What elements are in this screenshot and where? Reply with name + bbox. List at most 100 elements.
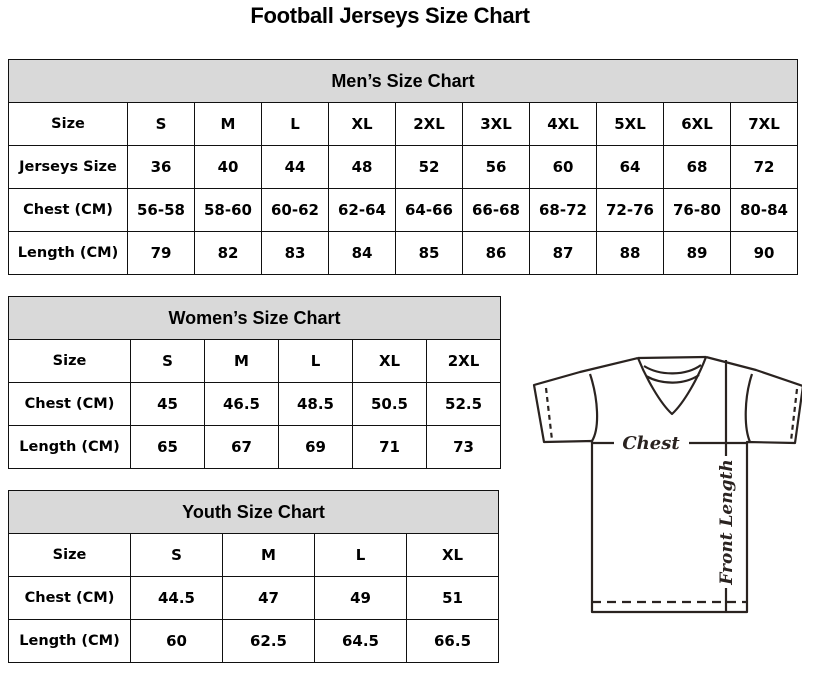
table-cell: 64 (596, 145, 664, 189)
table-row: Chest (CM) 56-58 58-60 60-62 62-64 64-66… (8, 188, 798, 232)
table-cell: L (278, 339, 353, 383)
table-cell: 48 (328, 145, 396, 189)
table-cell: 83 (261, 231, 329, 275)
table-cell: M (222, 533, 315, 577)
table-cell: 6XL (663, 102, 731, 146)
table-cell: 56 (462, 145, 530, 189)
table-cell: 87 (529, 231, 597, 275)
row-label: Length (CM) (8, 619, 131, 663)
table-row: Chest (CM) 44.5 47 49 51 (8, 576, 500, 620)
youth-table-caption: Youth Size Chart (7, 490, 500, 534)
table-cell: M (204, 339, 279, 383)
table-cell: 71 (352, 425, 427, 469)
table-caption-row: Women’s Size Chart (7, 296, 502, 340)
table-cell: 56-58 (127, 188, 195, 232)
table-cell: L (261, 102, 329, 146)
table-cell: 52.5 (425, 382, 502, 426)
table-cell: 84 (328, 231, 396, 275)
table-cell: 89 (663, 231, 731, 275)
womens-table-caption: Women’s Size Chart (7, 296, 502, 340)
table-cell: 62-64 (328, 188, 396, 232)
table-cell: 85 (395, 231, 463, 275)
table-cell: 44.5 (130, 576, 223, 620)
womens-size-table: Women’s Size Chart Size S M L XL 2XL Che… (7, 296, 502, 469)
table-row: Size S M L XL (8, 533, 500, 577)
table-cell: 44 (261, 145, 329, 189)
table-cell: 52 (395, 145, 463, 189)
table-cell: S (130, 339, 205, 383)
table-cell: 69 (278, 425, 353, 469)
table-row: Length (CM) 60 62.5 64.5 66.5 (8, 619, 500, 663)
mens-table-caption: Men’s Size Chart (8, 59, 798, 103)
table-caption-row: Men’s Size Chart (8, 59, 798, 103)
row-label: Chest (CM) (8, 382, 131, 426)
table-cell: 60-62 (261, 188, 329, 232)
table-row: Chest (CM) 45 46.5 48.5 50.5 52.5 (8, 382, 502, 426)
table-cell: 82 (194, 231, 262, 275)
table-cell: 47 (222, 576, 315, 620)
table-cell: 58-60 (194, 188, 262, 232)
table-cell: 40 (194, 145, 262, 189)
table-cell: 79 (127, 231, 195, 275)
table-cell: XL (328, 102, 396, 146)
table-cell: 90 (730, 231, 798, 275)
tshirt-outline-icon (532, 355, 802, 614)
table-cell: 60 (529, 145, 597, 189)
table-cell: 72 (730, 145, 798, 189)
table-cell: 86 (462, 231, 530, 275)
row-label: Length (CM) (8, 231, 128, 275)
youth-size-table: Youth Size Chart Size S M L XL Chest (CM… (7, 490, 500, 663)
table-caption-row: Youth Size Chart (7, 490, 500, 534)
table-row: Size S M L XL 2XL (8, 339, 502, 383)
row-label: Size (8, 533, 131, 577)
row-label: Chest (CM) (8, 576, 131, 620)
table-cell: 48.5 (278, 382, 353, 426)
table-cell: 80-84 (730, 188, 798, 232)
table-cell: 66-68 (462, 188, 530, 232)
table-row: Size S M L XL 2XL 3XL 4XL 5XL 6XL 7XL (8, 102, 798, 146)
table-cell: 68 (663, 145, 731, 189)
table-cell: XL (352, 339, 427, 383)
table-cell: 65 (130, 425, 205, 469)
table-cell: 4XL (529, 102, 597, 146)
table-cell: 73 (425, 425, 502, 469)
front-length-label: Front Length (717, 459, 737, 585)
table-cell: S (130, 533, 223, 577)
table-cell: 60 (130, 619, 223, 663)
table-row: Jerseys Size 36 40 44 48 52 56 60 64 68 … (8, 145, 798, 189)
table-cell: 62.5 (222, 619, 315, 663)
row-label: Jerseys Size (8, 145, 128, 189)
table-cell: L (314, 533, 407, 577)
table-row: Length (CM) 79 82 83 84 85 86 87 88 89 9… (8, 231, 798, 275)
table-cell: 88 (596, 231, 664, 275)
table-cell: 64-66 (395, 188, 463, 232)
mens-size-table: Men’s Size Chart Size S M L XL 2XL 3XL 4… (8, 59, 798, 275)
table-cell: 67 (204, 425, 279, 469)
table-cell: 5XL (596, 102, 664, 146)
table-cell: 46.5 (204, 382, 279, 426)
table-cell: 45 (130, 382, 205, 426)
table-cell: 51 (405, 576, 500, 620)
table-cell: XL (405, 533, 500, 577)
row-label: Chest (CM) (8, 188, 128, 232)
row-label: Size (8, 339, 131, 383)
row-label: Size (8, 102, 128, 146)
row-label: Length (CM) (8, 425, 131, 469)
table-cell: 76-80 (663, 188, 731, 232)
table-cell: 7XL (730, 102, 798, 146)
table-cell: 50.5 (352, 382, 427, 426)
table-cell: 64.5 (314, 619, 407, 663)
table-cell: 72-76 (596, 188, 664, 232)
table-cell: 66.5 (405, 619, 500, 663)
table-cell: 2XL (395, 102, 463, 146)
table-row: Length (CM) 65 67 69 71 73 (8, 425, 502, 469)
table-cell: 2XL (425, 339, 502, 383)
table-cell: M (194, 102, 262, 146)
table-cell: 3XL (462, 102, 530, 146)
table-cell: S (127, 102, 195, 146)
chest-label: Chest (622, 433, 680, 454)
table-cell: 49 (314, 576, 407, 620)
table-cell: 68-72 (529, 188, 597, 232)
tshirt-measurement-diagram: Chest Front Length (532, 355, 802, 614)
table-cell: 36 (127, 145, 195, 189)
